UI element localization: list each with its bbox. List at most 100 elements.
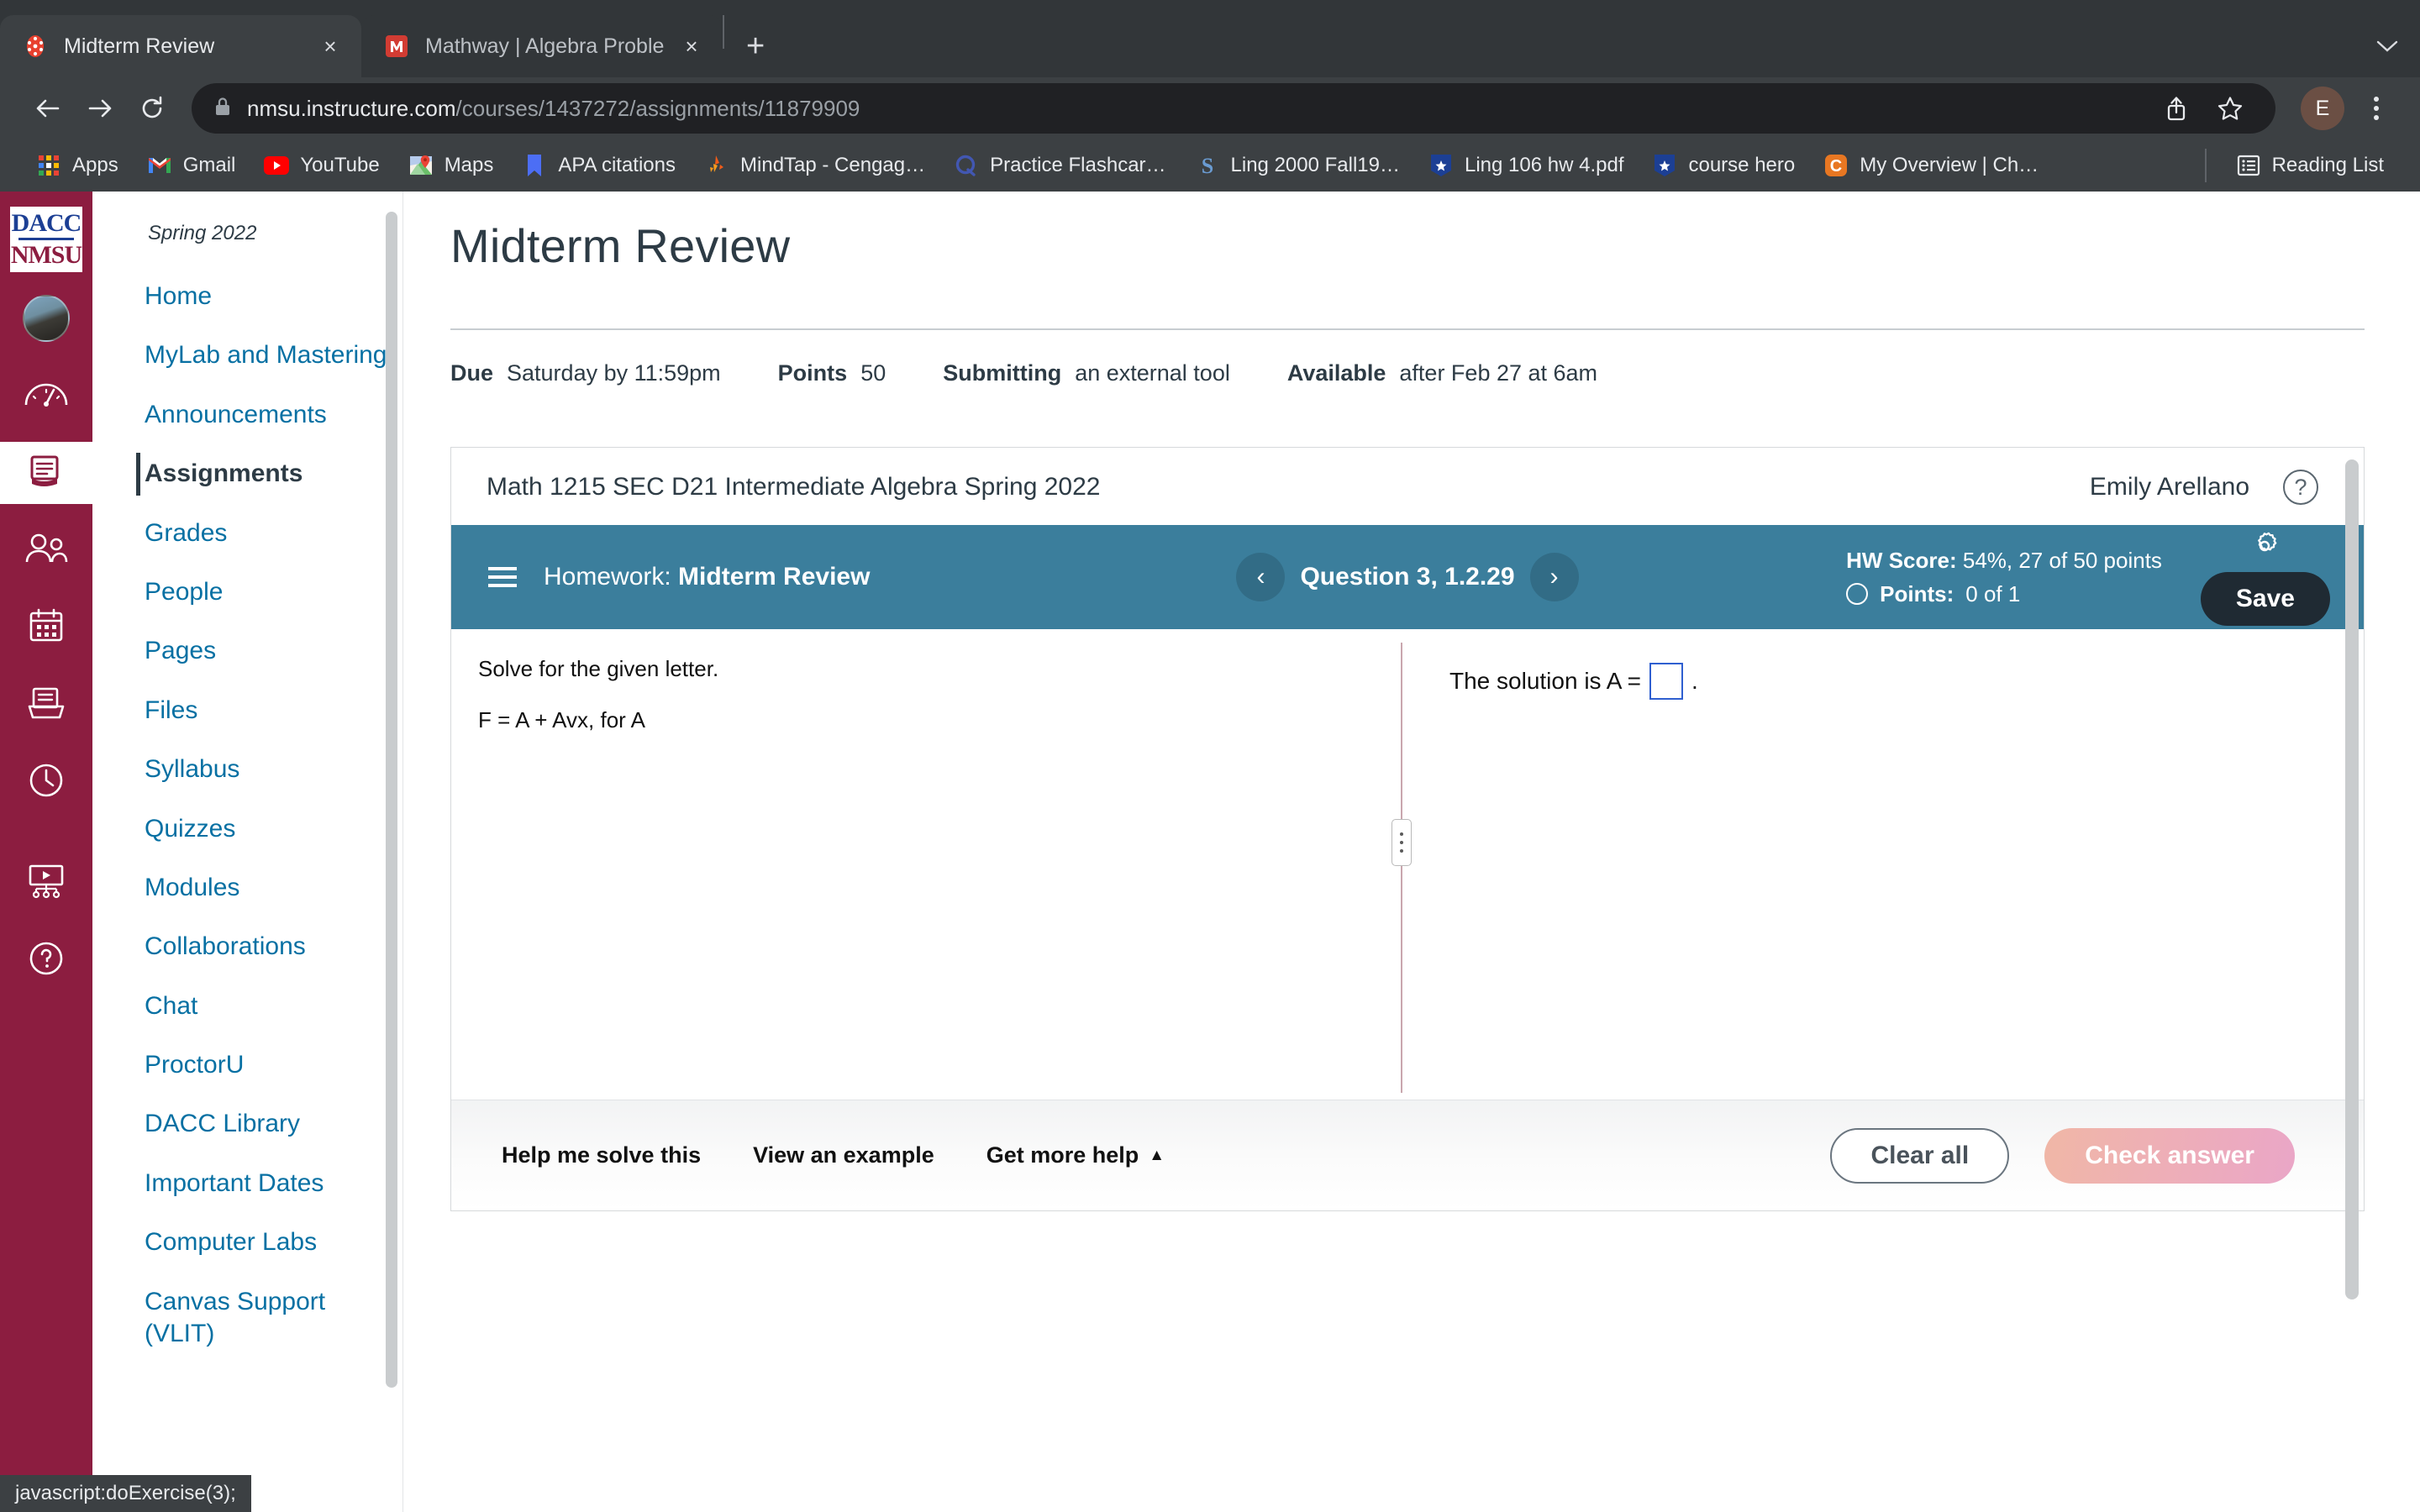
gnav-item-groups[interactable] [0,519,92,581]
sidebar-item-proctoru[interactable]: ProctorU [92,1036,402,1095]
back-arrow-icon[interactable] [22,82,74,134]
sidebar-item-computer-labs[interactable]: Computer Labs [92,1213,402,1272]
hw-score-key: HW Score: [1846,547,1957,573]
bookmark-mindtap[interactable]: MindTap - Cengag… [690,145,939,186]
course-term: Spring 2022 [148,222,257,244]
check-answer-button[interactable]: Check answer [2044,1127,2295,1184]
gnav-item-history[interactable] [0,751,92,813]
drag-handle-icon[interactable] [1392,819,1412,866]
meta-value-due: Saturday by 11:59pm [507,360,721,386]
mylab-toolbar: Homework: Midterm Review ‹ Question 3, 1… [451,525,2364,629]
hw-score-row: HW Score: 54%, 27 of 50 points [1846,543,2162,577]
help-me-solve-this-link[interactable]: Help me solve this [502,1142,701,1168]
profile-avatar[interactable]: E [2301,87,2344,130]
tab-search-button[interactable] [2376,33,2420,77]
sidebar-item-important-dates[interactable]: Important Dates [92,1154,402,1213]
course-nav-scrollbar[interactable] [386,212,397,1388]
share-icon[interactable] [2153,85,2200,132]
answer-input[interactable] [1649,663,1684,700]
dashboard-speedometer-icon [24,378,69,414]
points-value: 0 of 1 [1965,581,2021,606]
scribd-icon: S [1195,153,1220,178]
bookmark-star-icon[interactable] [2207,85,2254,132]
view-an-example-link[interactable]: View an example [753,1142,934,1168]
gnav-item-dashboard[interactable] [0,365,92,427]
sidebar-item-files[interactable]: Files [92,681,402,740]
bookmark-apa-citations[interactable]: APA citations [508,145,690,186]
gnav-item-account[interactable] [0,287,92,349]
gnav-item-inbox[interactable] [0,674,92,736]
reload-icon[interactable] [126,82,178,134]
sidebar-item-announcements[interactable]: Announcements [92,386,402,444]
sidebar-item-pages[interactable]: Pages [92,622,402,680]
bookmark-youtube[interactable]: YouTube [250,145,393,186]
dacc-nmsu-logo[interactable]: DACC NMSU [10,207,82,272]
forward-arrow-icon[interactable] [74,82,126,134]
svg-text:C: C [1830,157,1842,176]
clear-all-button[interactable]: Clear all [1830,1127,2010,1184]
close-icon[interactable]: × [679,34,704,60]
bookmark-gmail[interactable]: Gmail [133,145,250,186]
save-button[interactable]: Save [2200,572,2330,626]
browser-menu-icon[interactable] [2354,97,2398,120]
question-equation: F = A + Avx, for A [478,707,645,733]
browser-tab-1[interactable]: Mathway | Algebra Problem Sol × [361,15,723,77]
previous-question-button[interactable]: ‹ [1236,553,1286,601]
sidebar-item-collaborations[interactable]: Collaborations [92,917,402,976]
sidebar-item-modules[interactable]: Modules [92,858,402,917]
question-label: Question 3, 1.2.29 [1300,563,1515,591]
meta-value-submitting: an external tool [1075,360,1230,386]
apps-grid-icon [36,153,61,178]
address-bar-text: nmsu.instructure.com/courses/1437272/ass… [247,96,860,122]
new-tab-button[interactable]: + [724,30,786,77]
canvas-global-nav: DACC NMSU [0,192,92,1512]
browser-tab-0[interactable]: Midterm Review × [0,15,361,77]
bookmark-course-hero[interactable]: course hero [1638,145,1809,186]
calendar-icon [27,607,66,648]
bookmark-label: Gmail [182,154,236,176]
bookmark-maps[interactable]: Maps [394,145,508,186]
sidebar-item-people[interactable]: People [92,563,402,622]
next-question-button[interactable]: › [1529,553,1579,601]
sidebar-item-home[interactable]: Home [92,267,402,326]
url-host: nmsu.instructure.com [247,95,456,121]
chegg-icon: C [1823,153,1849,178]
get-more-help-link[interactable]: Get more help ▲ [986,1142,1165,1168]
gnav-item-help[interactable] [0,929,92,991]
sidebar-item-mylab-and-mastering[interactable]: MyLab and Mastering [92,326,402,385]
homework-name: Midterm Review [678,563,871,591]
question-circle-icon[interactable]: ? [2283,470,2318,505]
sidebar-item-chat[interactable]: Chat [92,977,402,1036]
sidebar-item-syllabus[interactable]: Syllabus [92,740,402,799]
bookmark-apps[interactable]: Apps [22,145,133,186]
close-icon[interactable]: × [318,34,343,60]
tab-title: Midterm Review [64,34,215,58]
homework-title: Homework: Midterm Review [544,563,870,591]
gear-icon[interactable] [2247,528,2284,565]
bookmark-ling2000[interactable]: S Ling 2000 Fall19… [1181,145,1414,186]
meta-key-due: Due [450,360,494,386]
inbox-tray-icon [26,685,66,726]
sidebar-item-dacc-library[interactable]: DACC Library [92,1095,402,1153]
gnav-item-calendar[interactable] [0,596,92,659]
bookmark-ling106-pdf[interactable]: Ling 106 hw 4.pdf [1414,145,1638,186]
pane-splitter[interactable] [1392,643,1412,1093]
bookmark-my-overview-chegg[interactable]: C My Overview | Ch… [1809,145,2053,186]
gnav-item-studio[interactable] [0,852,92,914]
sidebar-item-canvas-support-vlit[interactable]: Canvas Support (VLIT) [92,1273,345,1364]
avatar-icon [23,295,70,342]
help-question-icon [27,939,66,982]
hamburger-menu-icon[interactable] [488,567,517,587]
get-more-help-label: Get more help [986,1142,1139,1168]
sidebar-item-assignments[interactable]: Assignments [92,444,402,503]
answer-line: The solution is A = . [1449,663,2364,700]
reading-list-button[interactable]: Reading List [2222,145,2398,186]
sidebar-item-grades[interactable]: Grades [92,504,402,563]
bookmark-practice-flashcards[interactable]: Practice Flashcar… [939,145,1180,186]
sidebar-item-quizzes[interactable]: Quizzes [92,800,402,858]
address-bar[interactable]: nmsu.instructure.com/courses/1437272/ass… [192,83,2275,134]
lti-scrollbar[interactable] [2345,459,2359,1299]
gnav-item-courses[interactable] [0,442,92,504]
logo-rule [18,238,74,240]
status-bubble: javascript:doExercise(3); [0,1475,251,1512]
